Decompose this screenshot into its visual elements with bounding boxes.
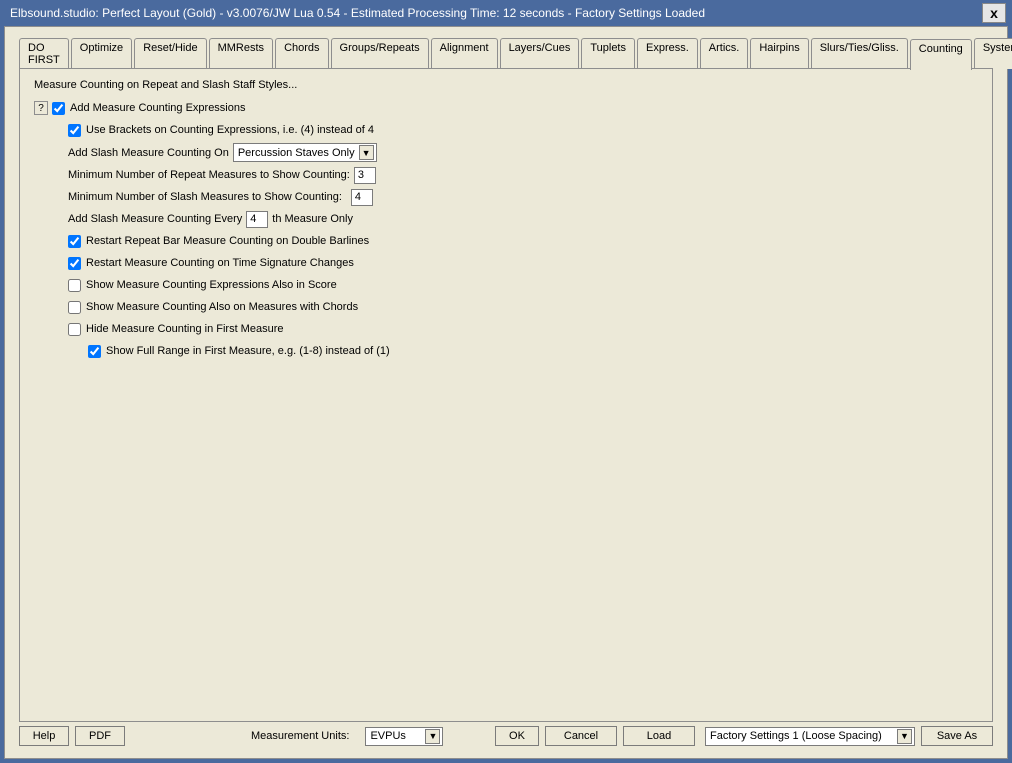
close-icon: x bbox=[990, 5, 998, 21]
tab-systems[interactable]: Systems bbox=[974, 38, 1012, 69]
restart-timesig-checkbox[interactable] bbox=[68, 257, 81, 270]
tab-groups-repeats[interactable]: Groups/Repeats bbox=[331, 38, 429, 69]
chevron-down-icon: ▼ bbox=[897, 729, 912, 744]
add-slash-on-label: Add Slash Measure Counting On bbox=[68, 147, 229, 159]
window-title: Elbsound.studio: Perfect Layout (Gold) -… bbox=[10, 6, 982, 20]
preset-select[interactable]: Factory Settings 1 (Loose Spacing) ▼ bbox=[705, 727, 915, 746]
save-as-button[interactable]: Save As bbox=[921, 726, 993, 746]
min-repeat-label: Minimum Number of Repeat Measures to Sho… bbox=[68, 169, 350, 181]
add-slash-on-value: Percussion Staves Only bbox=[238, 147, 359, 159]
hide-first-label: Hide Measure Counting in First Measure bbox=[86, 323, 283, 335]
restart-double-checkbox[interactable] bbox=[68, 235, 81, 248]
add-counting-checkbox[interactable] bbox=[52, 102, 65, 115]
footer-bar: Help PDF Measurement Units: EVPUs ▼ OK C… bbox=[19, 726, 993, 746]
show-full-range-checkbox[interactable] bbox=[88, 345, 101, 358]
add-counting-label: Add Measure Counting Expressions bbox=[70, 102, 245, 114]
min-slash-label: Minimum Number of Slash Measures to Show… bbox=[68, 191, 342, 203]
tab-optimize[interactable]: Optimize bbox=[71, 38, 132, 69]
pdf-button[interactable]: PDF bbox=[75, 726, 125, 746]
tab-panel-counting: Measure Counting on Repeat and Slash Sta… bbox=[19, 68, 993, 722]
tab-counting[interactable]: Counting bbox=[910, 39, 972, 70]
tab-slurs-ties-gliss-[interactable]: Slurs/Ties/Gliss. bbox=[811, 38, 908, 69]
tab-artics-[interactable]: Artics. bbox=[700, 38, 749, 69]
use-brackets-label: Use Brackets on Counting Expressions, i.… bbox=[86, 124, 374, 136]
chevron-down-icon: ▼ bbox=[359, 145, 374, 160]
tab-hairpins[interactable]: Hairpins bbox=[750, 38, 808, 69]
preset-value: Factory Settings 1 (Loose Spacing) bbox=[710, 730, 886, 742]
units-value: EVPUs bbox=[370, 730, 409, 742]
cancel-button[interactable]: Cancel bbox=[545, 726, 617, 746]
show-in-score-checkbox[interactable] bbox=[68, 279, 81, 292]
add-every-label-after: th Measure Only bbox=[272, 213, 353, 225]
chevron-down-icon: ▼ bbox=[425, 729, 440, 744]
restart-timesig-label: Restart Measure Counting on Time Signatu… bbox=[86, 257, 354, 269]
restart-double-label: Restart Repeat Bar Measure Counting on D… bbox=[86, 235, 369, 247]
show-with-chords-checkbox[interactable] bbox=[68, 301, 81, 314]
show-full-range-label: Show Full Range in First Measure, e.g. (… bbox=[106, 345, 390, 357]
use-brackets-checkbox[interactable] bbox=[68, 124, 81, 137]
tab-layers-cues[interactable]: Layers/Cues bbox=[500, 38, 580, 69]
add-slash-on-select[interactable]: Percussion Staves Only ▼ bbox=[233, 143, 377, 162]
add-every-label-before: Add Slash Measure Counting Every bbox=[68, 213, 242, 225]
units-select[interactable]: EVPUs ▼ bbox=[365, 727, 443, 746]
section-heading: Measure Counting on Repeat and Slash Sta… bbox=[34, 79, 978, 91]
ok-button[interactable]: OK bbox=[495, 726, 539, 746]
client-area: DO FIRSTOptimizeReset/HideMMRestsChordsG… bbox=[4, 26, 1008, 759]
show-in-score-label: Show Measure Counting Expressions Also i… bbox=[86, 279, 337, 291]
hide-first-checkbox[interactable] bbox=[68, 323, 81, 336]
help-button[interactable]: Help bbox=[19, 726, 69, 746]
min-repeat-input[interactable]: 3 bbox=[354, 167, 376, 184]
tab-do-first[interactable]: DO FIRST bbox=[19, 38, 69, 69]
tab-alignment[interactable]: Alignment bbox=[431, 38, 498, 69]
show-with-chords-label: Show Measure Counting Also on Measures w… bbox=[86, 301, 358, 313]
tab-tuplets[interactable]: Tuplets bbox=[581, 38, 635, 69]
add-every-input[interactable]: 4 bbox=[246, 211, 268, 228]
tab-reset-hide[interactable]: Reset/Hide bbox=[134, 38, 206, 69]
titlebar: Elbsound.studio: Perfect Layout (Gold) -… bbox=[0, 0, 1012, 26]
tab-chords[interactable]: Chords bbox=[275, 38, 328, 69]
close-button[interactable]: x bbox=[982, 3, 1006, 23]
min-slash-input[interactable]: 4 bbox=[351, 189, 373, 206]
tab-express-[interactable]: Express. bbox=[637, 38, 698, 69]
load-button[interactable]: Load bbox=[623, 726, 695, 746]
units-label: Measurement Units: bbox=[251, 730, 349, 742]
tab-strip: DO FIRSTOptimizeReset/HideMMRestsChordsG… bbox=[5, 27, 1007, 68]
tab-mmrests[interactable]: MMRests bbox=[209, 38, 273, 69]
help-icon[interactable]: ? bbox=[34, 101, 48, 115]
